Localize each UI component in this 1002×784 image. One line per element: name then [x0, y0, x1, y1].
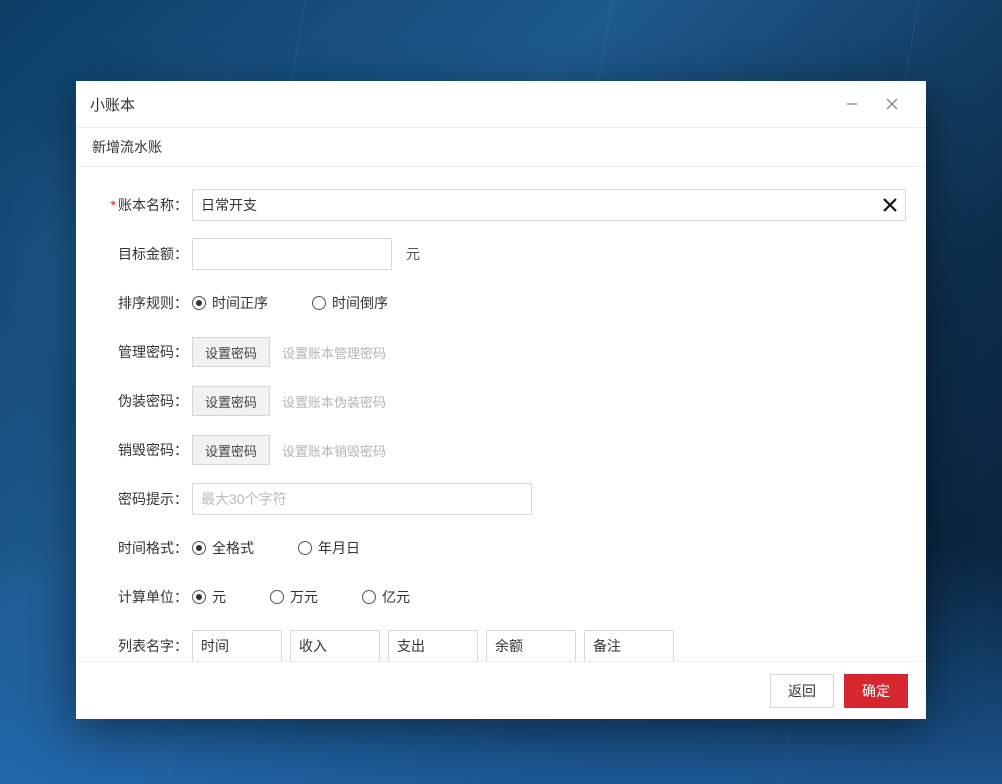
- label-ledger-name: *账本名称：: [96, 195, 192, 215]
- section-title: 新增流水账: [76, 127, 926, 167]
- label-sort-rule: 排序规则：: [96, 293, 192, 313]
- amount-unit: 元: [406, 244, 420, 264]
- row-target-amount: 目标金额： 元: [96, 238, 906, 270]
- fake-password-control: 设置密码 设置账本伪装密码: [192, 386, 906, 416]
- radio-unit-yuan[interactable]: 元: [192, 587, 226, 607]
- label-destroy-password: 销毁密码：: [96, 440, 192, 460]
- radio-dot-icon: [362, 590, 376, 604]
- window-title: 小账本: [90, 94, 832, 115]
- list-name-income-input[interactable]: [290, 630, 380, 661]
- radio-dot-icon: [270, 590, 284, 604]
- radio-unit-wan[interactable]: 万元: [270, 587, 318, 607]
- destroy-password-hint: 设置账本销毁密码: [282, 441, 386, 460]
- label-fake-password: 伪装密码：: [96, 391, 192, 411]
- row-ledger-name: *账本名称：: [96, 189, 906, 221]
- radio-time-ymd[interactable]: 年月日: [298, 538, 360, 558]
- row-destroy-password: 销毁密码： 设置密码 设置账本销毁密码: [96, 434, 906, 466]
- time-format-options: 全格式 年月日: [192, 538, 906, 558]
- radio-sort-desc[interactable]: 时间倒序: [312, 293, 388, 313]
- label-admin-password: 管理密码：: [96, 342, 192, 362]
- row-list-names: 列表名字：: [96, 630, 906, 661]
- required-marker: *: [111, 197, 116, 213]
- row-sort-rule: 排序规则： 时间正序 时间倒序: [96, 287, 906, 319]
- target-amount-input[interactable]: [192, 238, 392, 270]
- row-time-format: 时间格式： 全格式 年月日: [96, 532, 906, 564]
- target-amount-control: 元: [192, 238, 906, 270]
- ledger-name-control: [192, 189, 906, 221]
- label-password-hint: 密码提示：: [96, 489, 192, 509]
- admin-password-hint: 设置账本管理密码: [282, 343, 386, 362]
- close-button[interactable]: [872, 88, 912, 120]
- label-list-names: 列表名字：: [96, 636, 192, 656]
- set-fake-password-button[interactable]: 设置密码: [192, 386, 270, 416]
- app-window: 小账本 新增流水账 *账本名称： 目标金额： 元: [76, 81, 926, 719]
- list-name-expense-input[interactable]: [388, 630, 478, 661]
- set-admin-password-button[interactable]: 设置密码: [192, 337, 270, 367]
- radio-unit-yi[interactable]: 亿元: [362, 587, 410, 607]
- list-names-control: [192, 630, 906, 661]
- radio-dot-icon: [192, 590, 206, 604]
- form-area: *账本名称： 目标金额： 元 排序规则： 时间正序 时间倒序: [76, 167, 926, 661]
- password-hint-control: [192, 483, 906, 515]
- list-name-balance-input[interactable]: [486, 630, 576, 661]
- password-hint-input[interactable]: [192, 483, 532, 515]
- radio-time-full[interactable]: 全格式: [192, 538, 254, 558]
- radio-dot-icon: [192, 296, 206, 310]
- list-name-remark-input[interactable]: [584, 630, 674, 661]
- radio-dot-icon: [298, 541, 312, 555]
- fake-password-hint: 设置账本伪装密码: [282, 392, 386, 411]
- minimize-button[interactable]: [832, 88, 872, 120]
- radio-dot-icon: [192, 541, 206, 555]
- sort-rule-options: 时间正序 时间倒序: [192, 293, 906, 313]
- row-fake-password: 伪装密码： 设置密码 设置账本伪装密码: [96, 385, 906, 417]
- dialog-footer: 返回 确定: [76, 661, 926, 719]
- list-name-time-input[interactable]: [192, 630, 282, 661]
- label-time-format: 时间格式：: [96, 538, 192, 558]
- row-password-hint: 密码提示：: [96, 483, 906, 515]
- titlebar: 小账本: [76, 81, 926, 127]
- ok-button[interactable]: 确定: [844, 674, 908, 708]
- radio-sort-asc[interactable]: 时间正序: [192, 293, 268, 313]
- row-admin-password: 管理密码： 设置密码 设置账本管理密码: [96, 336, 906, 368]
- back-button[interactable]: 返回: [770, 674, 834, 708]
- calc-unit-options: 元 万元 亿元: [192, 587, 906, 607]
- clear-icon[interactable]: [874, 189, 906, 221]
- admin-password-control: 设置密码 设置账本管理密码: [192, 337, 906, 367]
- ledger-name-input[interactable]: [192, 189, 906, 221]
- radio-dot-icon: [312, 296, 326, 310]
- set-destroy-password-button[interactable]: 设置密码: [192, 435, 270, 465]
- row-calc-unit: 计算单位： 元 万元 亿元: [96, 581, 906, 613]
- label-target-amount: 目标金额：: [96, 244, 192, 264]
- destroy-password-control: 设置密码 设置账本销毁密码: [192, 435, 906, 465]
- label-calc-unit: 计算单位：: [96, 587, 192, 607]
